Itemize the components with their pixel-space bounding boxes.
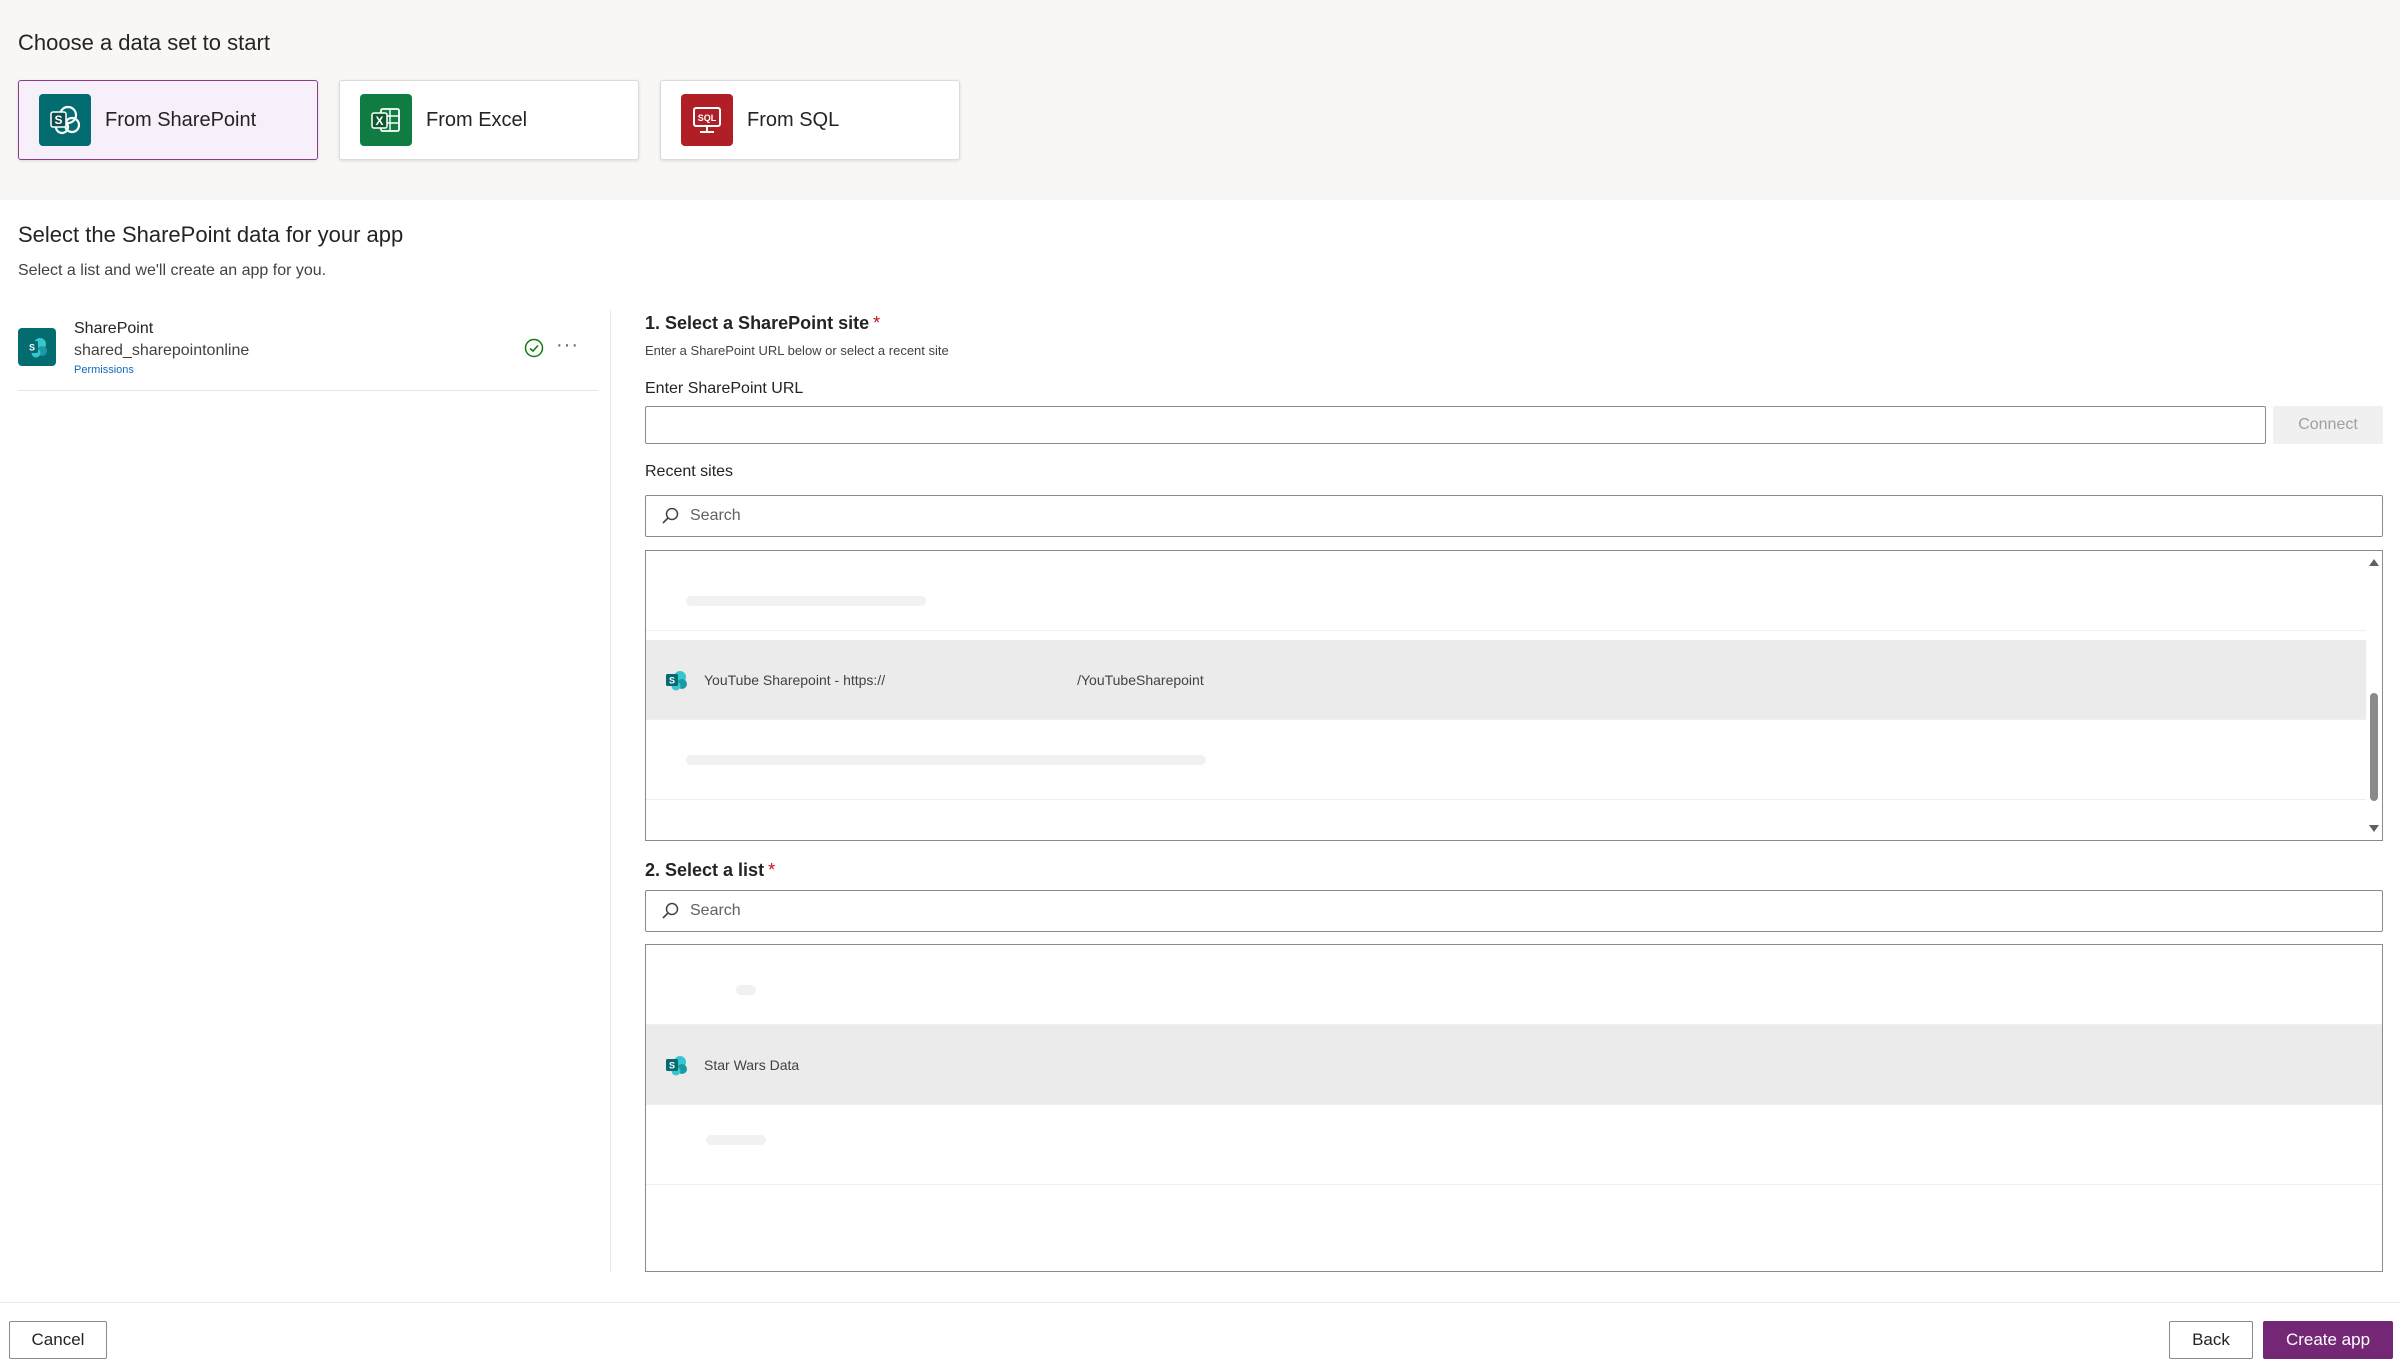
scroll-thumb[interactable] <box>2370 693 2378 801</box>
choose-dataset-title: Choose a data set to start <box>18 30 270 55</box>
scroll-down-icon[interactable] <box>2369 825 2379 832</box>
svg-text:S: S <box>54 113 62 127</box>
recent-sites-scrollbar[interactable] <box>2366 551 2382 840</box>
source-card-label: From SharePoint <box>105 108 257 131</box>
back-button[interactable]: Back <box>2169 1321 2253 1359</box>
select-site-title: 1. Select a SharePoint site * <box>645 313 881 333</box>
footer-divider <box>0 1302 2400 1303</box>
sql-icon: SQL <box>681 94 733 146</box>
create-app-button[interactable]: Create app <box>2263 1321 2393 1359</box>
sharepoint-icon: S <box>39 94 91 146</box>
svg-text:X: X <box>375 114 383 128</box>
sharepoint-url-input[interactable] <box>645 406 2266 444</box>
sharepoint-icon: S <box>666 670 687 690</box>
recent-sites-search[interactable] <box>645 495 2383 537</box>
list-item[interactable] <box>646 1105 2382 1185</box>
scroll-up-icon[interactable] <box>2369 559 2379 566</box>
recent-site-label: YouTube Sharepoint - https:///YouTubeSha… <box>704 671 1204 688</box>
list-search-input[interactable] <box>688 892 2382 930</box>
cancel-button[interactable]: Cancel <box>9 1321 107 1359</box>
list-item[interactable]: S YouTube Sharepoint - https:///YouTubeS… <box>646 640 2366 720</box>
list-item[interactable]: S Star Wars Data <box>646 1025 2382 1105</box>
source-card-sql[interactable]: SQL From SQL <box>660 80 960 160</box>
permissions-link[interactable]: Permissions <box>74 364 134 376</box>
connection-id: shared_sharepointonline <box>74 342 250 359</box>
connection-item[interactable]: S SharePoint shared_sharepointonline Per… <box>18 318 598 391</box>
select-site-hint: Enter a SharePoint URL below or select a… <box>645 343 949 358</box>
sharepoint-icon: S <box>666 1055 687 1075</box>
svg-text:SQL: SQL <box>698 113 717 123</box>
list-item[interactable] <box>646 800 2366 840</box>
svg-text:S: S <box>669 675 675 685</box>
list-item[interactable] <box>646 945 2382 1025</box>
more-options-icon[interactable]: ··· <box>556 334 579 357</box>
list-item-label: Star Wars Data <box>704 1056 800 1073</box>
connect-button[interactable]: Connect <box>2273 406 2383 444</box>
panel-divider <box>610 310 611 1272</box>
source-card-sharepoint[interactable]: S From SharePoint <box>18 80 318 160</box>
search-icon <box>662 902 679 919</box>
svg-text:S: S <box>669 1060 675 1070</box>
connected-check-icon <box>524 338 544 363</box>
excel-icon: X <box>360 94 412 146</box>
source-card-label: From Excel <box>426 108 528 131</box>
list-item[interactable] <box>646 720 2366 800</box>
recent-sites-search-input[interactable] <box>688 497 2382 535</box>
url-field-label: Enter SharePoint URL <box>645 380 804 397</box>
select-list-title: 2. Select a list * <box>645 860 776 880</box>
sharepoint-section-title: Select the SharePoint data for your app <box>18 222 404 247</box>
recent-sites-label: Recent sites <box>645 463 734 480</box>
lists-list[interactable]: S Star Wars Data <box>645 944 2383 1272</box>
recent-sites-list[interactable]: S YouTube Sharepoint - https:///YouTubeS… <box>645 550 2383 841</box>
source-card-excel[interactable]: X From Excel <box>339 80 639 160</box>
search-icon <box>662 507 679 524</box>
sharepoint-section-subtitle: Select a list and we'll create an app fo… <box>18 262 327 279</box>
list-search[interactable] <box>645 890 2383 932</box>
list-item[interactable] <box>646 551 2366 631</box>
svg-text:S: S <box>29 343 35 353</box>
source-card-label: From SQL <box>747 108 840 131</box>
sharepoint-icon: S <box>18 328 56 366</box>
connection-name: SharePoint <box>74 320 154 337</box>
